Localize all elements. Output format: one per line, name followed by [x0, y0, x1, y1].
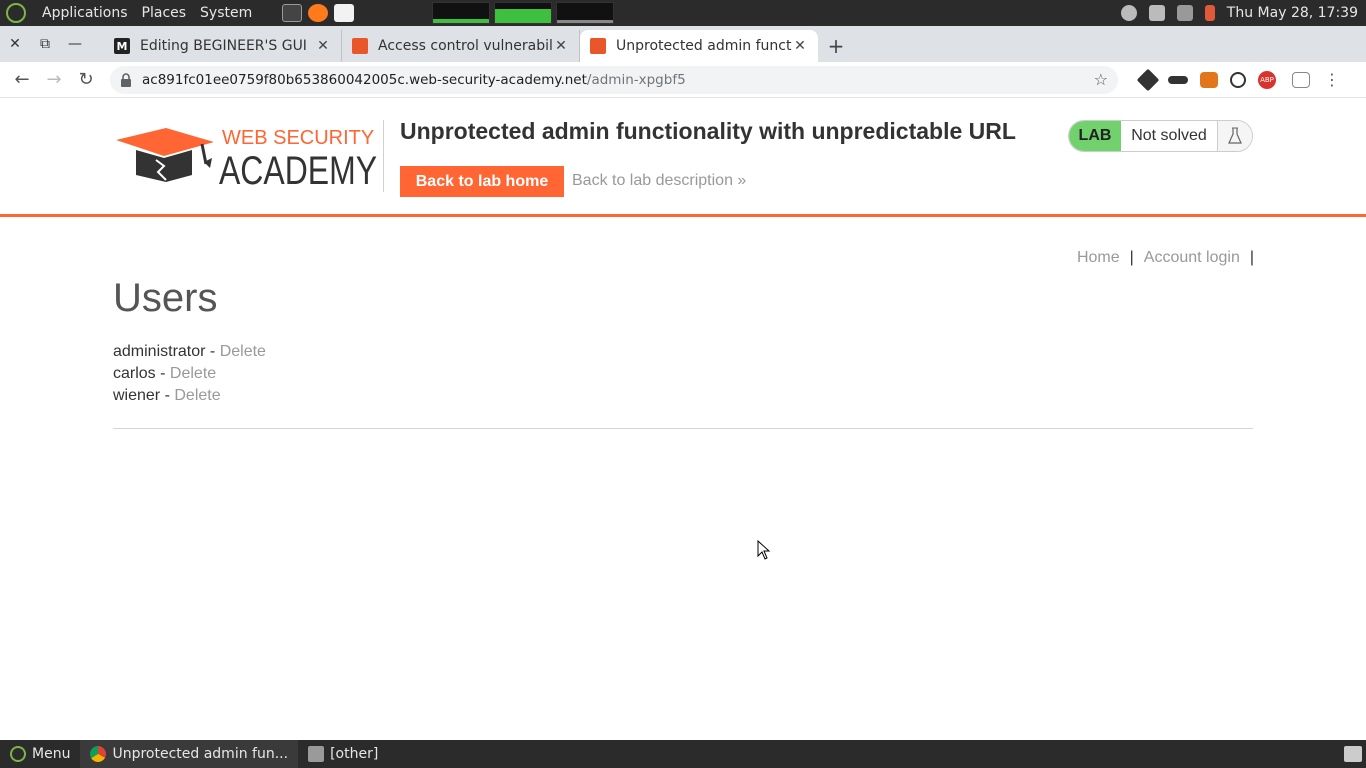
- browser-toolbar: ← → ↻ ac891fc01ee0759f80b653860042005c.w…: [0, 62, 1366, 98]
- logo-text-top: WEB SECURITY: [222, 127, 374, 149]
- lock-icon: [121, 72, 131, 87]
- home-link[interactable]: Home: [1077, 249, 1120, 267]
- taskbar-item-label: [other]: [330, 746, 379, 762]
- delete-user-link[interactable]: Delete: [220, 343, 266, 360]
- menu-places[interactable]: Places: [142, 5, 187, 21]
- delete-user-link[interactable]: Delete: [174, 387, 220, 404]
- more-menu-icon[interactable]: ⋮: [1322, 70, 1342, 90]
- list-item: carlos - Delete: [113, 363, 266, 385]
- user-separator: -: [155, 365, 170, 382]
- nav-separator: |: [1249, 249, 1254, 266]
- lab-badge: LAB: [1069, 121, 1121, 151]
- lab-title: Unprotected admin functionality with unp…: [400, 118, 1016, 144]
- chrome-icon: [90, 746, 107, 762]
- text-editor-launcher-icon[interactable]: [334, 4, 355, 22]
- network-signal-icon[interactable]: [1176, 5, 1193, 21]
- window-minimize-icon[interactable]: —: [60, 26, 90, 62]
- tab-close-icon[interactable]: ✕: [792, 38, 808, 54]
- cpu-monitor-graph: [432, 2, 491, 24]
- web-security-academy-logo[interactable]: WEB SECURITY ACADEMY: [114, 120, 380, 190]
- page-heading: Users: [113, 276, 218, 320]
- content-divider: [113, 428, 1253, 429]
- logo-text-bottom: ACADEMY: [219, 149, 377, 190]
- tab-access-control[interactable]: Access control vulnerabili ✕: [342, 30, 580, 62]
- window-restore-icon[interactable]: ⧉: [30, 26, 60, 62]
- list-item: wiener - Delete: [113, 385, 266, 407]
- tab-unprotected-admin[interactable]: Unprotected admin functi ✕: [580, 30, 818, 62]
- tab-editing-guide[interactable]: M Editing BEGINEER'S GUI ✕: [104, 30, 342, 62]
- back-to-lab-description-link[interactable]: Back to lab description »: [572, 172, 746, 190]
- nav-separator: |: [1129, 249, 1134, 266]
- network-monitor-graph: [556, 2, 615, 24]
- os-top-panel: Applications Places System Thu May 28, 1…: [0, 0, 1366, 26]
- user-name: carlos: [113, 365, 156, 382]
- tab-title: Unprotected admin functi: [616, 38, 792, 54]
- clock[interactable]: Thu May 28, 17:39: [1227, 5, 1358, 21]
- menu-label: Menu: [32, 746, 71, 762]
- os-logo-icon[interactable]: [6, 3, 26, 23]
- user-list: administrator - Delete carlos - Delete w…: [113, 341, 266, 407]
- medium-icon: M: [114, 38, 130, 54]
- list-item: administrator - Delete: [113, 341, 266, 363]
- double-chevron-right-icon: »: [732, 172, 747, 189]
- tab-close-icon[interactable]: ✕: [553, 38, 569, 54]
- show-desktop-icon[interactable]: [1344, 746, 1362, 762]
- menu-system[interactable]: System: [200, 5, 252, 21]
- page-content: WEB SECURITY ACADEMY Unprotected admin f…: [0, 98, 1366, 740]
- terminal-launcher-icon[interactable]: [282, 4, 303, 22]
- flask-icon: [1218, 121, 1252, 151]
- reload-icon[interactable]: ↻: [70, 64, 102, 96]
- translate-icon[interactable]: [1292, 71, 1310, 88]
- back-arrow-icon[interactable]: ←: [6, 64, 38, 96]
- top-nav-links: Home | Account login |: [1077, 249, 1254, 267]
- volume-icon[interactable]: [1148, 5, 1165, 21]
- tab-close-icon[interactable]: ✕: [315, 38, 331, 54]
- lab-header: WEB SECURITY ACADEMY Unprotected admin f…: [0, 98, 1366, 217]
- user-name: wiener: [113, 387, 161, 404]
- mouse-pointer-icon: [757, 540, 771, 560]
- menu-button[interactable]: Menu: [0, 740, 80, 768]
- taskbar-item-label: Unprotected admin fun...: [112, 746, 289, 762]
- menu-logo-icon: [10, 746, 26, 762]
- url-host: ac891fc01ee0759f80b653860042005c.web-sec…: [142, 71, 587, 88]
- fox-icon[interactable]: [1200, 71, 1218, 88]
- firefox-launcher-icon[interactable]: [308, 4, 329, 22]
- url-path: /admin-xpgbf5: [586, 71, 686, 88]
- lab-status-text: Not solved: [1121, 121, 1218, 151]
- back-desc-label: Back to lab description: [572, 172, 733, 189]
- browser-tab-strip: ✕ ⧉ — M Editing BEGINEER'S GUI ✕ Access …: [0, 26, 1366, 62]
- address-bar[interactable]: ac891fc01ee0759f80b653860042005c.web-sec…: [110, 65, 1118, 94]
- back-to-lab-home-button[interactable]: Back to lab home: [400, 166, 564, 197]
- abp-icon[interactable]: ABP: [1258, 70, 1276, 89]
- tab-title: Access control vulnerabili: [378, 38, 553, 54]
- folder-icon: [308, 746, 325, 762]
- tab-title: Editing BEGINEER'S GUI: [140, 38, 307, 54]
- portswigger-icon: [352, 38, 368, 54]
- b-icon[interactable]: [1230, 71, 1246, 88]
- bluetooth-icon[interactable]: [1120, 5, 1137, 21]
- battery-icon[interactable]: [1204, 5, 1215, 21]
- bookmark-star-icon[interactable]: ☆: [1094, 70, 1108, 89]
- os-bottom-panel: Menu Unprotected admin fun... [other]: [0, 740, 1366, 768]
- mask-icon[interactable]: [1168, 75, 1188, 84]
- menu-applications[interactable]: Applications: [42, 5, 128, 21]
- forward-arrow-icon[interactable]: →: [38, 64, 70, 96]
- window-close-icon[interactable]: ✕: [0, 26, 30, 62]
- user-separator: -: [160, 387, 175, 404]
- lab-status-widget[interactable]: LAB Not solved: [1068, 120, 1253, 152]
- portswigger-icon: [590, 38, 606, 54]
- header-divider: [383, 120, 384, 192]
- taskbar-item-browser[interactable]: Unprotected admin fun...: [80, 740, 299, 768]
- account-login-link[interactable]: Account login: [1144, 249, 1240, 267]
- delete-user-link[interactable]: Delete: [170, 365, 216, 382]
- user-separator: -: [205, 343, 220, 360]
- taskbar-item-other[interactable]: [other]: [298, 740, 388, 768]
- user-name: administrator: [113, 343, 206, 360]
- extension-cube-icon[interactable]: [1136, 68, 1160, 91]
- new-tab-button[interactable]: +: [818, 30, 854, 62]
- memory-monitor-graph: [494, 2, 553, 24]
